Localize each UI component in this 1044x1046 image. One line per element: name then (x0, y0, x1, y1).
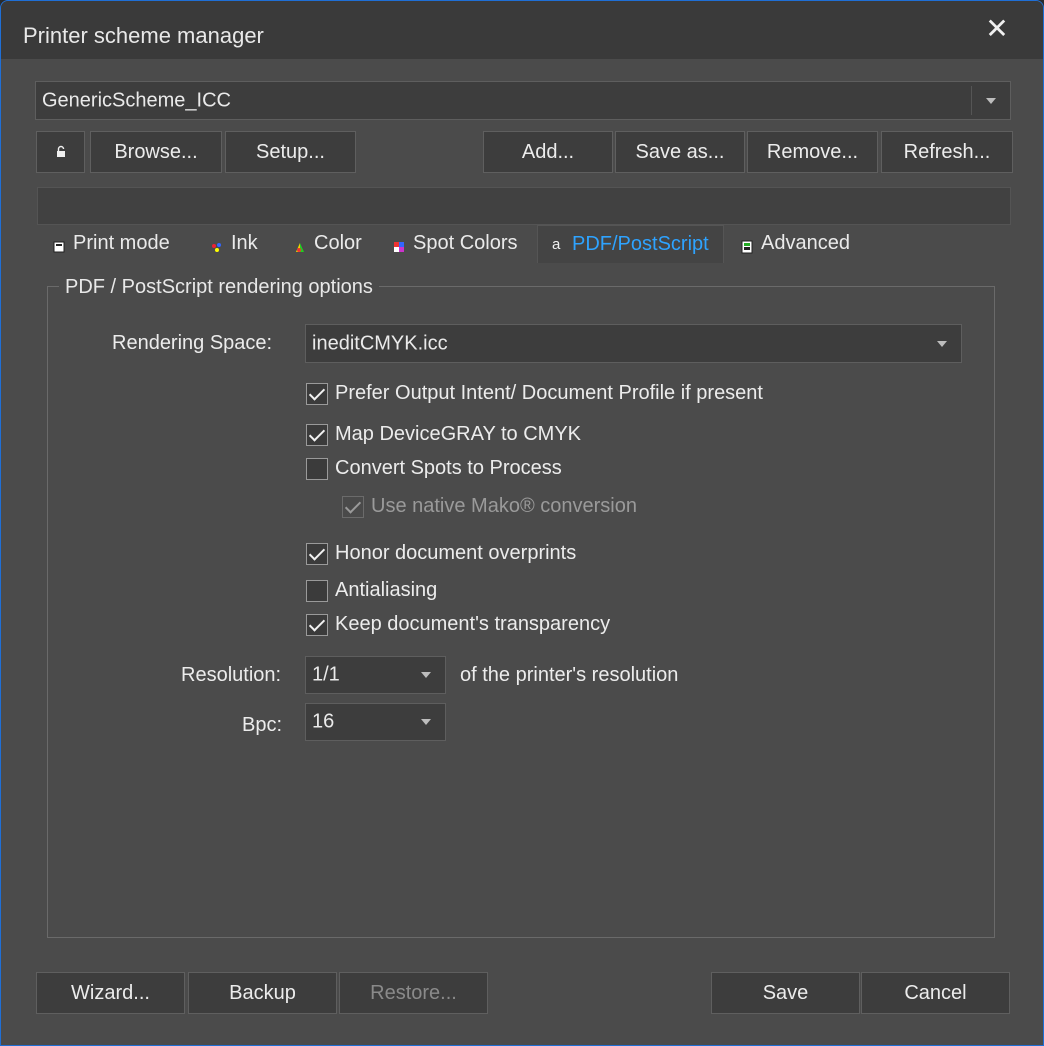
chevron-down-icon (407, 704, 445, 740)
checkbox-box[interactable] (306, 423, 328, 446)
resolution-label: Resolution: (181, 664, 282, 686)
setup-button[interactable]: Setup... (225, 131, 356, 173)
backup-button[interactable]: Backup (188, 972, 337, 1014)
resolution-suffix: of the printer's resolution (460, 664, 679, 686)
printer-icon (53, 237, 65, 252)
checkbox-box[interactable] (306, 542, 328, 565)
scheme-info-bar (37, 187, 1011, 225)
tab-label: Advanced (761, 232, 850, 254)
tab-color[interactable]: Color (294, 225, 362, 262)
keep-transparency-checkbox[interactable]: Keep document's transparency (306, 613, 610, 636)
checkbox-label: Honor document overprints (335, 542, 577, 564)
scheme-select[interactable]: GenericScheme_ICC (35, 81, 1011, 120)
tab-ink[interactable]: Ink (211, 225, 258, 262)
wizard-button[interactable]: Wizard... (36, 972, 185, 1014)
restore-button: Restore... (339, 972, 488, 1014)
close-icon[interactable]: ✕ (979, 11, 1015, 47)
tab-label: Print mode (73, 232, 170, 254)
lock-button[interactable] (36, 131, 85, 173)
rendering-space-select[interactable]: ineditCMYK.icc (305, 324, 962, 363)
save-as-button[interactable]: Save as... (615, 131, 745, 173)
resolution-value: 1/1 (312, 663, 340, 686)
group-title: PDF / PostScript rendering options (59, 276, 379, 299)
tab-print-mode[interactable]: Print mode (53, 225, 170, 262)
bpc-select[interactable]: 16 (305, 703, 446, 741)
chevron-down-icon (923, 325, 961, 362)
spot-colors-icon (393, 237, 405, 252)
tab-label: Spot Colors (413, 232, 518, 254)
ink-drops-icon (211, 237, 223, 252)
chevron-down-icon (407, 657, 445, 693)
convert-spots-checkbox[interactable]: Convert Spots to Process (306, 457, 562, 480)
refresh-button[interactable]: Refresh... (881, 131, 1013, 173)
map-devicegray-checkbox[interactable]: Map DeviceGRAY to CMYK (306, 423, 581, 446)
save-button[interactable]: Save (711, 972, 860, 1014)
prefer-output-intent-checkbox[interactable]: Prefer Output Intent/ Document Profile i… (306, 382, 763, 405)
add-button[interactable]: Add... (483, 131, 613, 173)
checkbox-box[interactable] (306, 613, 328, 636)
honor-overprints-checkbox[interactable]: Honor document overprints (306, 542, 576, 565)
checkbox-label: Map DeviceGRAY to CMYK (335, 423, 582, 445)
resolution-select[interactable]: 1/1 (305, 656, 446, 694)
tab-label: PDF/PostScript (572, 233, 709, 255)
advanced-icon (741, 237, 753, 253)
antialiasing-checkbox[interactable]: Antialiasing (306, 579, 437, 602)
checkbox-label: Prefer Output Intent/ Document Profile i… (335, 382, 763, 404)
native-mako-checkbox: Use native Mako® conversion (342, 495, 637, 518)
scheme-select-value: GenericScheme_ICC (42, 89, 231, 111)
printer-scheme-manager-window: Printer scheme manager ✕ GenericScheme_I… (0, 0, 1044, 1046)
checkbox-label: Keep document's transparency (335, 613, 611, 635)
checkbox-box[interactable] (306, 457, 328, 480)
checkbox-box (342, 495, 364, 518)
tab-label: Color (314, 232, 362, 254)
checkbox-label: Convert Spots to Process (335, 457, 562, 479)
pdf-glyph-icon: a (552, 235, 561, 253)
bpc-label: Bpc: (242, 714, 283, 736)
window-title: Printer scheme manager (23, 23, 264, 48)
title-bar: Printer scheme manager ✕ (1, 1, 1043, 59)
chevron-down-icon (972, 82, 1010, 119)
cancel-button[interactable]: Cancel (861, 972, 1010, 1014)
browse-button[interactable]: Browse... (90, 131, 222, 173)
lock-icon (56, 145, 65, 157)
tab-advanced[interactable]: Advanced (741, 225, 850, 262)
color-wheel-icon (294, 237, 306, 252)
checkbox-label: Antialiasing (335, 579, 438, 601)
rendering-space-label: Rendering Space: (112, 332, 273, 354)
remove-button[interactable]: Remove... (747, 131, 878, 173)
bpc-value: 16 (312, 710, 335, 733)
checkbox-box[interactable] (306, 382, 328, 405)
tab-pdf-postscript[interactable]: a PDF/PostScript (537, 225, 724, 263)
tab-spot-colors[interactable]: Spot Colors (393, 225, 518, 262)
checkbox-box[interactable] (306, 579, 328, 602)
rendering-space-value: ineditCMYK.icc (312, 332, 448, 354)
checkbox-label: Use native Mako® conversion (371, 495, 637, 517)
tab-label: Ink (231, 232, 258, 254)
